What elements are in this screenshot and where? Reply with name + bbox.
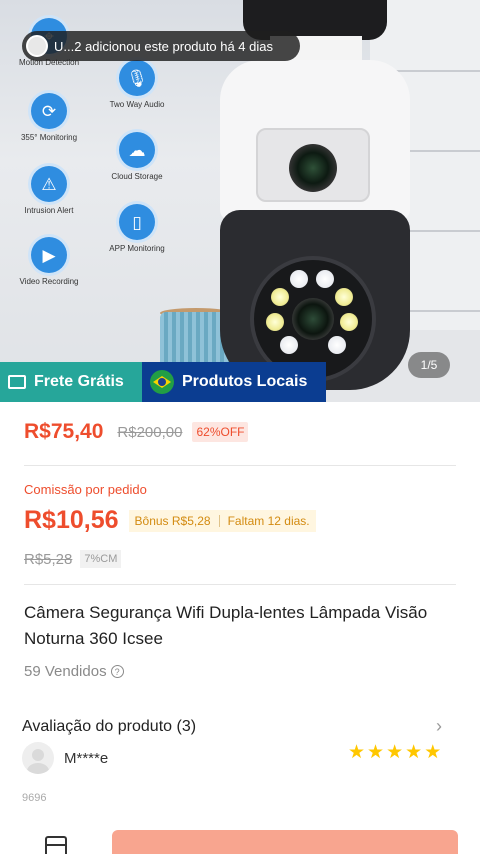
- led: [328, 336, 346, 354]
- camera-lens-top: [289, 144, 337, 192]
- bonus-remaining: Faltam 12 dias.: [227, 513, 310, 528]
- star-icon: ★: [405, 742, 423, 763]
- local-products-badge: Produtos Locais: [142, 362, 326, 402]
- reviews-heading[interactable]: Avaliação do produto (3): [22, 718, 196, 736]
- store-icon[interactable]: [45, 836, 67, 854]
- commission-label: Comissão por pedido: [24, 482, 147, 497]
- sold-text: 59 Vendidos: [24, 663, 107, 680]
- feature-label: Two Way Audio: [109, 100, 165, 109]
- feature-label: Cloud Storage: [111, 172, 163, 181]
- cloud-icon: ☁: [119, 132, 155, 168]
- shipping-icon: [8, 375, 26, 389]
- led: [266, 313, 284, 331]
- reviewer-name: M****e: [64, 750, 109, 767]
- separator: [218, 514, 220, 527]
- avatar: [26, 35, 48, 57]
- star-icon: ★: [348, 742, 366, 763]
- product-page: ⌖ Motion Detection 🎙 Two Way Audio ⟳ 355…: [0, 0, 480, 854]
- recent-activity-toast: U...2 adicionou este produto há 4 dias: [22, 31, 300, 61]
- feature-355-monitoring: ⟳ 355° Monitoring: [4, 93, 94, 142]
- feature-label: Video Recording: [19, 277, 79, 286]
- local-products-label: Produtos Locais: [182, 373, 308, 390]
- feature-label: Intrusion Alert: [24, 206, 74, 215]
- camera-lens-bottom: [292, 298, 334, 340]
- original-price: R$200,00: [117, 423, 183, 441]
- divider: [24, 584, 456, 585]
- current-price: R$75,40: [24, 420, 104, 443]
- star-icon: ★: [386, 742, 404, 763]
- toast-text: U...2 adicionou este produto há 4 dias: [54, 38, 273, 54]
- commission-value: R$10,56: [24, 506, 119, 534]
- rating-stars: ★ ★ ★ ★ ★: [348, 741, 443, 764]
- commission-old-row: R$5,28 7%CM: [24, 550, 122, 568]
- bonus-text: Bônus R$5,28: [134, 513, 211, 528]
- star-icon: ★: [424, 742, 442, 763]
- commission-old-value: R$5,28: [24, 550, 73, 568]
- feature-intrusion-alert: ⚠ Intrusion Alert: [4, 166, 94, 215]
- phone-icon: ▯: [119, 204, 155, 240]
- free-shipping-label: Frete Grátis: [34, 373, 124, 390]
- product-image-carousel[interactable]: ⌖ Motion Detection 🎙 Two Way Audio ⟳ 355…: [0, 0, 480, 402]
- star-icon: ★: [367, 742, 385, 763]
- led: [290, 270, 308, 288]
- rotate-icon: ⟳: [31, 93, 67, 129]
- discount-badge: 62%OFF: [192, 422, 249, 442]
- led: [316, 270, 334, 288]
- product-title: Câmera Segurança Wifi Dupla-lentes Lâmpa…: [24, 603, 428, 648]
- alert-icon: ⚠: [31, 166, 67, 202]
- feature-two-way-audio: 🎙 Two Way Audio: [92, 60, 182, 109]
- bonus-badge: Bônus R$5,28 Faltam 12 dias.: [128, 509, 316, 532]
- led: [271, 288, 289, 306]
- buy-button[interactable]: [112, 830, 458, 854]
- commission-row: R$10,56 Bônus R$5,28 Faltam 12 dias.: [24, 506, 316, 535]
- led: [340, 313, 358, 331]
- feature-video-recording: ▶ Video Recording: [4, 237, 94, 286]
- divider: [24, 465, 456, 466]
- image-page-indicator: 1/5: [408, 352, 450, 378]
- chevron-right-icon[interactable]: ›: [436, 716, 442, 737]
- feature-label: 355° Monitoring: [20, 133, 78, 142]
- help-icon[interactable]: ?: [110, 665, 124, 678]
- commission-rate-badge: 7%CM: [80, 550, 122, 568]
- feature-label: APP Monitoring: [109, 244, 165, 253]
- video-icon: ▶: [31, 237, 67, 273]
- review-meta: 9696: [22, 792, 47, 804]
- led: [280, 336, 298, 354]
- led: [335, 288, 353, 306]
- brazil-flag-icon: [150, 370, 174, 394]
- price-row: R$75,40 R$200,00 62%OFF: [24, 420, 249, 444]
- sold-count: 59 Vendidos ?: [24, 663, 124, 680]
- free-shipping-badge: Frete Grátis: [0, 362, 142, 402]
- avatar: [22, 742, 54, 774]
- feature-cloud-storage: ☁ Cloud Storage: [92, 132, 182, 181]
- feature-app-monitoring: ▯ APP Monitoring: [92, 204, 182, 253]
- microphone-icon: 🎙: [119, 60, 155, 96]
